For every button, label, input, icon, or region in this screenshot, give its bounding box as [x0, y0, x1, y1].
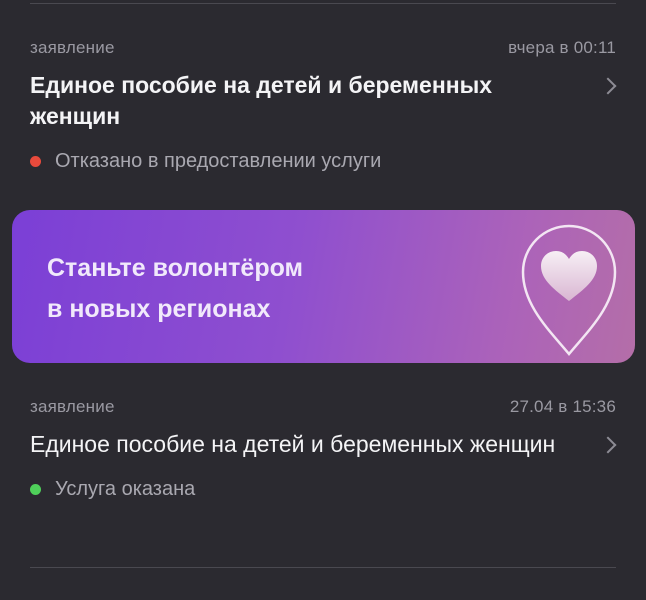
- heart-location-pin-icon: [521, 224, 617, 356]
- banner-line-2: в новых регионах: [47, 295, 271, 323]
- application-timestamp: вчера в 00:11: [508, 38, 616, 57]
- status-text: Отказано в предоставлении услуги: [55, 150, 382, 172]
- application-status: Отказано в предоставлении услуги: [30, 150, 616, 173]
- application-timestamp: 27.04 в 15:36: [509, 397, 616, 416]
- application-card-1[interactable]: заявление вчера в 00:11 Единое пособие н…: [30, 38, 617, 173]
- status-dot-green: [30, 484, 41, 495]
- bottom-divider: [30, 567, 616, 568]
- application-meta: заявление 27.04 в 15:36: [30, 397, 616, 417]
- volunteer-promo-banner[interactable]: Станьте волонтёром в новых регионах: [12, 210, 635, 363]
- top-divider: [30, 3, 616, 4]
- application-type-label: заявление: [30, 38, 115, 57]
- status-text: Услуга оказана: [55, 478, 196, 500]
- application-type-label: заявление: [30, 397, 115, 416]
- banner-line-1: Станьте волонтёром: [47, 254, 304, 282]
- application-status: Услуга оказана: [30, 478, 616, 501]
- application-meta: заявление вчера в 00:11: [30, 38, 616, 58]
- application-card-2[interactable]: заявление 27.04 в 15:36 Единое пособие н…: [30, 397, 617, 501]
- status-dot-red: [30, 156, 41, 167]
- application-title: Единое пособие на детей и беременных жен…: [30, 72, 493, 129]
- applications-list: заявление вчера в 00:11 Единое пособие н…: [0, 0, 646, 600]
- banner-text: Станьте волонтёром в новых регионах: [47, 248, 303, 330]
- application-title: Единое пособие на детей и беременных жен…: [30, 431, 556, 457]
